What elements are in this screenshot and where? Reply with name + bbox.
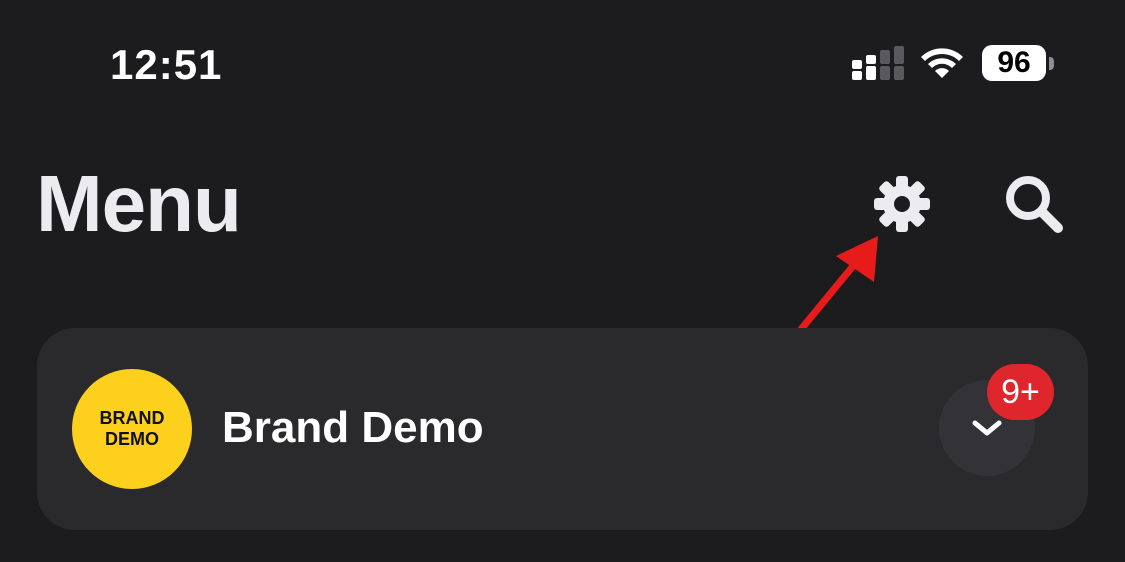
battery-tip	[1049, 57, 1054, 70]
brand-logo: BRAND DEMO	[72, 369, 192, 489]
wifi-icon	[921, 48, 963, 78]
page-title: Menu	[36, 159, 242, 248]
account-card[interactable]: BRAND DEMO Brand Demo 9+	[37, 328, 1088, 530]
brand-logo-line-2: DEMO	[105, 429, 159, 449]
account-name: Brand Demo	[222, 403, 484, 452]
settings-button[interactable]	[868, 170, 936, 238]
battery-level: 96	[997, 46, 1031, 79]
battery-icon: 96	[982, 45, 1058, 83]
notification-badge: 9+	[987, 364, 1054, 420]
status-time: 12:51	[110, 41, 223, 88]
battery-body: 96	[982, 45, 1046, 81]
brand-logo-line-1: BRAND	[99, 408, 165, 428]
chevron-down-icon	[972, 420, 1002, 436]
search-button[interactable]	[998, 170, 1070, 238]
search-icon	[1006, 176, 1063, 233]
gear-icon	[874, 176, 930, 232]
signal-icon	[852, 46, 904, 80]
menu-screen: 12:51 96 Menu BRAND DEMO Brand Demo 9+	[0, 0, 1125, 562]
